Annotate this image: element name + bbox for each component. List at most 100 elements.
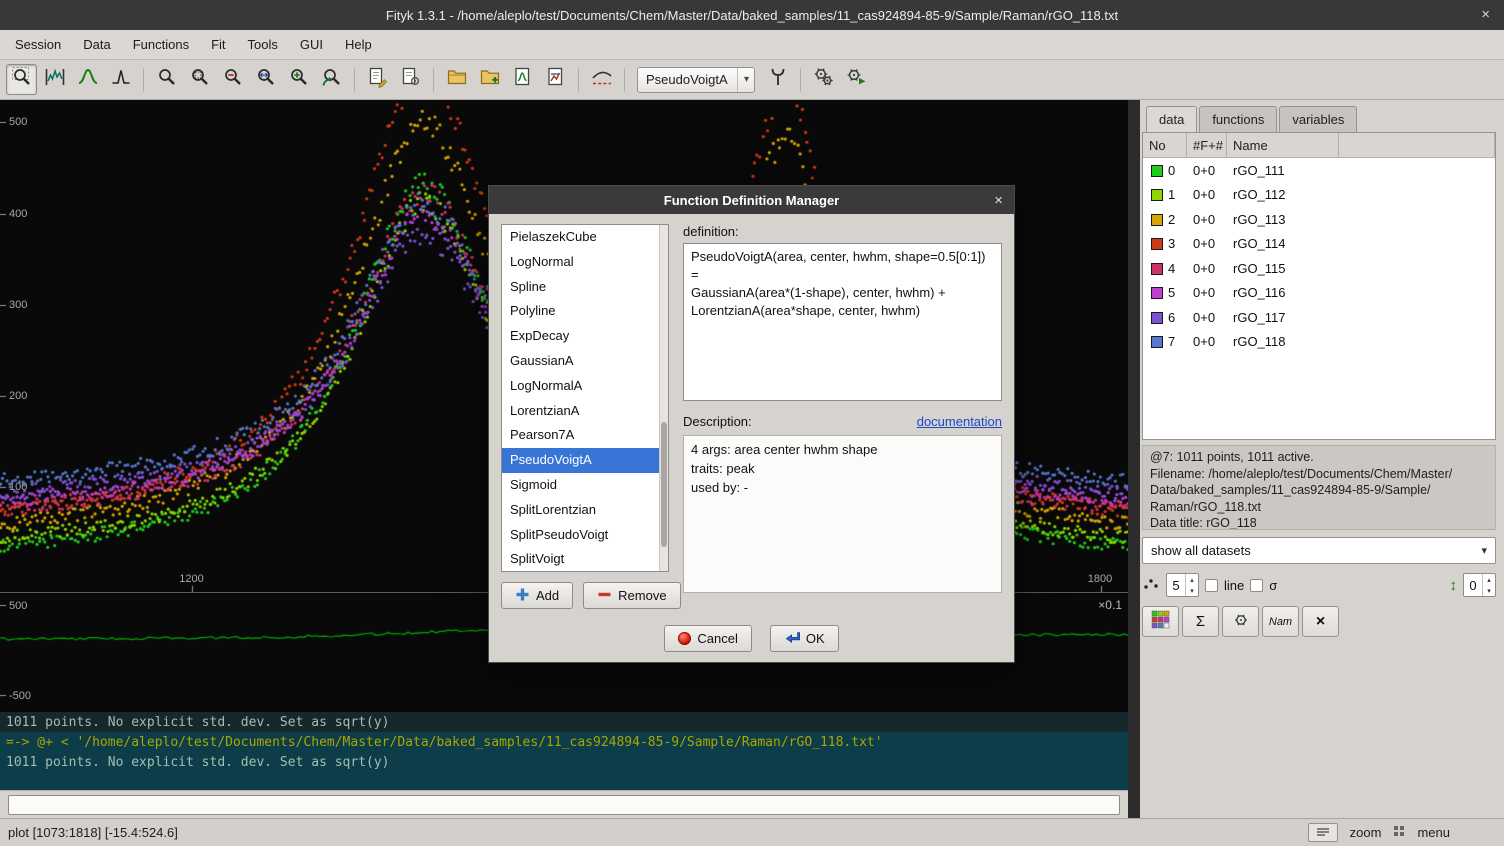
line-checkbox[interactable]: [1205, 579, 1218, 592]
scrollbar-thumb[interactable]: [661, 422, 667, 547]
stepper-arrows-icon[interactable]: ▴▾: [1185, 574, 1198, 596]
menu-session[interactable]: Session: [4, 30, 72, 59]
cancel-button[interactable]: Cancel: [664, 625, 751, 652]
run-gears-button[interactable]: [808, 64, 839, 95]
dataset-row[interactable]: 60+0rGO_117: [1143, 305, 1495, 330]
column-header: [1339, 133, 1495, 157]
add-peak-outline-button[interactable]: [105, 64, 136, 95]
add-peak-button[interactable]: [72, 64, 103, 95]
fityk-window: Fityk 1.3.1 - /home/aleplo/test/Document…: [0, 0, 1504, 846]
sidebar: datafunctionsvariables No#F+#Name00+0rGO…: [1140, 100, 1504, 818]
data-range-icon: [44, 66, 66, 93]
dataset-row[interactable]: 20+0rGO_113: [1143, 207, 1495, 232]
function-type-item[interactable]: SplitPseudoVoigt: [502, 523, 668, 548]
datasets-dropdown[interactable]: show all datasets ▾: [1142, 537, 1496, 564]
dataset-row[interactable]: 40+0rGO_115: [1143, 256, 1495, 281]
remove-button[interactable]: Remove: [583, 582, 680, 609]
transform-button[interactable]: [1222, 606, 1259, 637]
dataset-row[interactable]: 50+0rGO_116: [1143, 281, 1495, 306]
definition-textarea[interactable]: PseudoVoigtA(area, center, hwhm, shape=0…: [683, 243, 1002, 401]
function-type-item[interactable]: GaussianA: [502, 349, 668, 374]
function-type-item[interactable]: PseudoVoigtA: [502, 448, 668, 473]
toolbar-separator: [800, 68, 801, 92]
command-input[interactable]: [8, 795, 1120, 815]
aux-axis-tick-label: 500: [9, 599, 27, 613]
tab-functions[interactable]: functions: [1199, 106, 1277, 132]
function-type-item[interactable]: Spline: [502, 275, 668, 300]
run-script-button[interactable]: [841, 64, 872, 95]
sum-button[interactable]: Σ: [1182, 606, 1219, 637]
color-swatch[interactable]: [1151, 238, 1163, 250]
zoom-rect-button[interactable]: [6, 64, 37, 95]
zoom-label: zoom: [1350, 825, 1382, 840]
dataset-row[interactable]: 70+0rGO_118: [1143, 330, 1495, 355]
documentation-link[interactable]: documentation: [917, 414, 1002, 429]
color-swatch[interactable]: [1151, 263, 1163, 275]
tab-data[interactable]: data: [1146, 106, 1197, 132]
function-type-item[interactable]: Sigmoid: [502, 473, 668, 498]
data-range-button[interactable]: [39, 64, 70, 95]
sigma-checkbox[interactable]: [1250, 579, 1263, 592]
status-toggle-button[interactable]: [1308, 823, 1338, 842]
function-type-item[interactable]: LorentzianA: [502, 399, 668, 424]
menu-tools[interactable]: Tools: [237, 30, 289, 59]
splitter[interactable]: [1128, 100, 1140, 818]
log-script-button[interactable]: [362, 64, 393, 95]
baseline-button[interactable]: [586, 64, 617, 95]
edit-script-button[interactable]: [395, 64, 426, 95]
function-type-item[interactable]: LogNormal: [502, 250, 668, 275]
dialog-close-button[interactable]: ×: [994, 192, 1003, 209]
scrollbar[interactable]: [659, 225, 668, 571]
shift-stepper[interactable]: 0 ▴▾: [1463, 573, 1496, 597]
dataset-row[interactable]: 00+0rGO_111: [1143, 158, 1495, 183]
menu-functions[interactable]: Functions: [122, 30, 200, 59]
ok-button[interactable]: OK: [770, 625, 839, 652]
menu-help[interactable]: Help: [334, 30, 383, 59]
zoom-all-icon: [156, 66, 178, 93]
save-image-button[interactable]: [540, 64, 571, 95]
dataset-colors-button[interactable]: [1142, 606, 1179, 637]
dataset-row[interactable]: 30+0rGO_114: [1143, 232, 1495, 257]
open-file-button[interactable]: [441, 64, 472, 95]
zoom-select-button[interactable]: [184, 64, 215, 95]
color-swatch[interactable]: [1151, 312, 1163, 324]
color-swatch[interactable]: [1151, 189, 1163, 201]
zoom-out-button[interactable]: [217, 64, 248, 95]
rename-button[interactable]: Nam: [1262, 606, 1299, 637]
open-file-icon: [446, 66, 468, 93]
function-type-item[interactable]: LogNormalA: [502, 374, 668, 399]
point-size-stepper[interactable]: 5 ▴▾: [1166, 573, 1199, 597]
menu-data[interactable]: Data: [72, 30, 121, 59]
zoom-undo-button[interactable]: [316, 64, 347, 95]
list-icon: [1316, 825, 1330, 840]
auto-guess-button[interactable]: [762, 64, 793, 95]
add-button[interactable]: Add: [501, 582, 573, 609]
color-swatch[interactable]: [1151, 287, 1163, 299]
function-type-item[interactable]: Polyline: [502, 299, 668, 324]
color-swatch[interactable]: [1151, 214, 1163, 226]
color-swatch[interactable]: [1151, 336, 1163, 348]
function-type-item[interactable]: PielaszekCube: [502, 225, 668, 250]
function-type-item[interactable]: SplitLorentzian: [502, 498, 668, 523]
export-chart-button[interactable]: [507, 64, 538, 95]
append-file-button[interactable]: [474, 64, 505, 95]
run-gears-icon: [813, 66, 835, 93]
menu-fit[interactable]: Fit: [200, 30, 236, 59]
dataset-row[interactable]: 10+0rGO_112: [1143, 183, 1495, 208]
tab-variables[interactable]: variables: [1279, 106, 1357, 132]
window-close-button[interactable]: ×: [1481, 7, 1490, 22]
zoom-all-button[interactable]: [151, 64, 182, 95]
function-type-item[interactable]: SplitVoigt: [502, 547, 668, 572]
menu-gui[interactable]: GUI: [289, 30, 334, 59]
function-type-dropdown[interactable]: PseudoVoigtA▾: [637, 67, 755, 93]
function-type-item[interactable]: ExpDecay: [502, 324, 668, 349]
delete-dataset-button[interactable]: ×: [1302, 606, 1339, 637]
remove-button-label: Remove: [618, 588, 666, 603]
stepper-arrows-icon[interactable]: ▴▾: [1482, 574, 1495, 596]
function-type-list[interactable]: PielaszekCubeLogNormalSplinePolylineExpD…: [501, 224, 669, 572]
function-type-item[interactable]: Pearson7A: [502, 423, 668, 448]
zoom-in-button[interactable]: [283, 64, 314, 95]
zoom-horizontal-button[interactable]: [250, 64, 281, 95]
color-swatch[interactable]: [1151, 165, 1163, 177]
info-line: Raman/rGO_118.txt: [1150, 499, 1488, 516]
